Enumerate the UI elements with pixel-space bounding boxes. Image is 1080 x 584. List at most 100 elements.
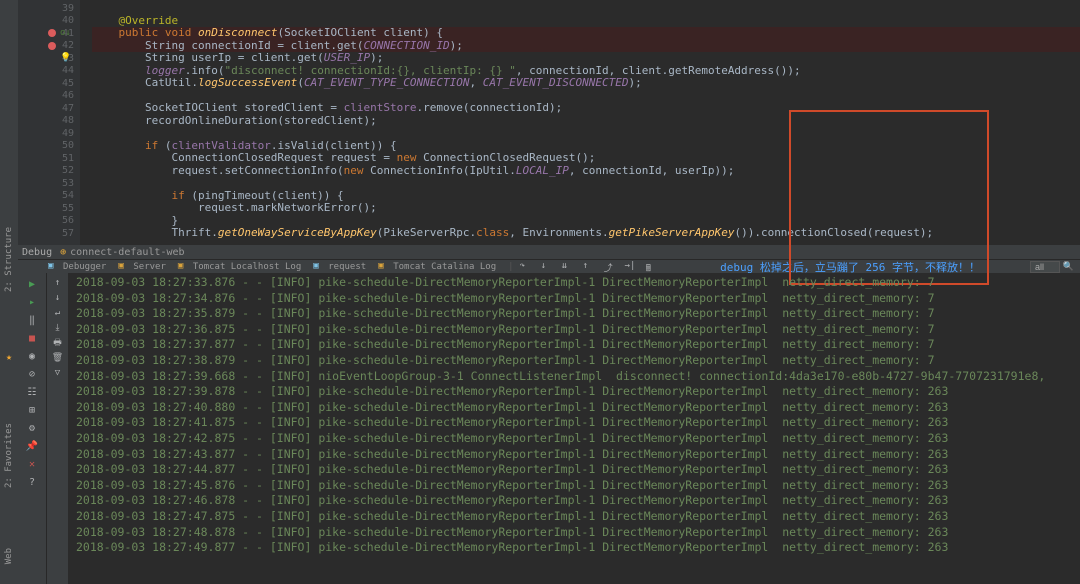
side-tab-structure[interactable]: 2: Structure [4, 227, 14, 292]
stop-button[interactable]: ■ [25, 331, 39, 345]
tab-tomcat-catalina-log[interactable]: ▣ Tomcat Catalina Log [378, 261, 496, 273]
line-number: 39 [62, 3, 74, 14]
log-line[interactable]: 2018-09-03 18:27:38.879 - - [INFO] pike-… [76, 353, 1080, 369]
log-line[interactable]: 2018-09-03 18:27:42.875 - - [INFO] pike-… [76, 431, 1080, 447]
code-line[interactable]: request.markNetworkError(); [92, 202, 1080, 215]
gutter-row[interactable]: 55 [18, 202, 80, 215]
force-step-into-icon[interactable]: ⇊ [562, 261, 574, 273]
code-line[interactable] [92, 2, 1080, 15]
scroll-up-button[interactable]: ↑ [51, 277, 65, 289]
log-line[interactable]: 2018-09-03 18:27:45.876 - - [INFO] pike-… [76, 478, 1080, 494]
gutter-row[interactable]: 46 [18, 90, 80, 103]
gutter-row[interactable]: 51 [18, 152, 80, 165]
tab-request[interactable]: ▣ request [313, 261, 366, 273]
log-line[interactable]: 2018-09-03 18:27:44.877 - - [INFO] pike-… [76, 462, 1080, 478]
gutter-row[interactable]: 45 [18, 77, 80, 90]
gutter-row[interactable]: 52 [18, 165, 80, 178]
code-area[interactable]: @Override public void onDisconnect(Socke… [80, 0, 1080, 245]
code-line[interactable]: public void onDisconnect(SocketIOClient … [92, 27, 1080, 40]
gutter-row[interactable]: 47 [18, 102, 80, 115]
line-number: 54 [62, 190, 74, 201]
gutter-row[interactable]: 53 [18, 177, 80, 190]
close-button[interactable]: ✕ [25, 457, 39, 471]
resume-button[interactable]: ▸ [25, 295, 39, 309]
log-line[interactable]: 2018-09-03 18:27:33.876 - - [INFO] pike-… [76, 275, 1080, 291]
console-output[interactable]: 2018-09-03 18:27:33.876 - - [INFO] pike-… [68, 273, 1080, 584]
scroll-to-end-button[interactable]: ⤓ [51, 322, 65, 334]
soft-wrap-button[interactable]: ↵ [51, 307, 65, 319]
gutter-row[interactable]: 44 [18, 65, 80, 78]
gutter-row[interactable]: 49 [18, 127, 80, 140]
search-input[interactable] [1030, 261, 1060, 273]
tab-request-label: request [328, 262, 366, 272]
drop-frame-icon[interactable]: ⤴ [604, 261, 616, 273]
log-line[interactable]: 2018-09-03 18:27:35.879 - - [INFO] pike-… [76, 306, 1080, 322]
code-line[interactable] [92, 177, 1080, 190]
gutter-row[interactable]: 54 [18, 190, 80, 203]
lightbulb-icon[interactable]: 💡 [60, 53, 71, 63]
log-line[interactable]: 2018-09-03 18:27:39.668 - - [INFO] nioEv… [76, 369, 1080, 385]
code-line[interactable]: ConnectionClosedRequest request = new Co… [92, 152, 1080, 165]
override-icon[interactable]: o↓ [60, 28, 71, 38]
tab-tomcat-localhost-log[interactable]: ▣ Tomcat Localhost Log [178, 261, 301, 273]
console-left-toolbar: ↑ ↓ ↵ ⤓ 🖶 🗑 ▽ [46, 273, 68, 584]
gutter-row[interactable]: 41o↓ [18, 27, 80, 40]
filter-button[interactable]: ▽ [51, 367, 65, 379]
settings-button[interactable]: ⚙ [25, 421, 39, 435]
log-line[interactable]: 2018-09-03 18:27:39.878 - - [INFO] pike-… [76, 384, 1080, 400]
log-line[interactable]: 2018-09-03 18:27:46.878 - - [INFO] pike-… [76, 493, 1080, 509]
log-line[interactable]: 2018-09-03 18:27:34.876 - - [INFO] pike-… [76, 291, 1080, 307]
gutter-row[interactable]: 39 [18, 2, 80, 15]
line-number: 52 [62, 165, 74, 176]
line-number: 53 [62, 178, 74, 189]
tab-debugger[interactable]: ▣ Debugger [48, 261, 106, 273]
gutter-row[interactable]: 48 [18, 115, 80, 128]
pin-button[interactable]: 📌 [25, 439, 39, 453]
debug-tool-toolbar: ▣ Debugger ▣ Server ▣ Tomcat Localhost L… [18, 259, 1080, 273]
log-line[interactable]: 2018-09-03 18:27:43.877 - - [INFO] pike-… [76, 447, 1080, 463]
log-line[interactable]: 2018-09-03 18:27:47.875 - - [INFO] pike-… [76, 509, 1080, 525]
code-line[interactable]: Thrift.getOneWayServiceByAppKey(PikeServ… [92, 227, 1080, 240]
side-tab-favorites[interactable]: 2: Favorites [4, 423, 14, 488]
clear-all-button[interactable]: 🗑 [51, 352, 65, 364]
side-tab-web[interactable]: Web [4, 548, 14, 564]
gutter-row[interactable]: 43💡 [18, 52, 80, 65]
mute-breakpoints-button[interactable]: ⊘ [25, 367, 39, 381]
log-line[interactable]: 2018-09-03 18:27:40.880 - - [INFO] pike-… [76, 400, 1080, 416]
breakpoint-icon[interactable] [48, 29, 56, 37]
get-thread-dump-button[interactable]: ☷ [25, 385, 39, 399]
log-line[interactable]: 2018-09-03 18:27:48.878 - - [INFO] pike-… [76, 525, 1080, 541]
gutter-row[interactable]: 40 [18, 15, 80, 28]
step-into-icon[interactable]: ↓ [541, 261, 553, 273]
help-button[interactable]: ? [25, 475, 39, 489]
pause-button[interactable]: ‖ [25, 313, 39, 327]
gutter-row[interactable]: 42 [18, 40, 80, 53]
code-line[interactable]: SocketIOClient storedClient = clientStor… [92, 102, 1080, 115]
code-line[interactable]: CatUtil.logSuccessEvent(CAT_EVENT_TYPE_C… [92, 77, 1080, 90]
search-icon[interactable]: 🔍 [1063, 262, 1074, 272]
tab-server[interactable]: ▣ Server [118, 261, 166, 273]
debug-left-toolbar: ▶ ▸ ‖ ■ ◉ ⊘ ☷ ⊞ ⚙ 📌 ✕ ? [18, 273, 46, 584]
tab-server-label: Server [133, 262, 166, 272]
view-breakpoints-button[interactable]: ◉ [25, 349, 39, 363]
log-line[interactable]: 2018-09-03 18:27:41.875 - - [INFO] pike-… [76, 415, 1080, 431]
editor-gutter[interactable]: 394041o↓4243💡444546474849505152 535455565… [18, 0, 80, 245]
print-button[interactable]: 🖶 [51, 337, 65, 349]
debug-tab-label[interactable]: Debug [22, 247, 52, 258]
step-out-icon[interactable]: ↑ [583, 261, 595, 273]
code-line[interactable]: request.setConnectionInfo(new Connection… [92, 165, 1080, 178]
code-line[interactable]: recordOnlineDuration(storedClient); [92, 115, 1080, 128]
log-line[interactable]: 2018-09-03 18:27:36.875 - - [INFO] pike-… [76, 322, 1080, 338]
rerun-button[interactable]: ▶ [25, 277, 39, 291]
log-line[interactable]: 2018-09-03 18:27:49.877 - - [INFO] pike-… [76, 540, 1080, 556]
step-over-icon[interactable]: ↷ [520, 261, 532, 273]
scroll-down-button[interactable]: ↓ [51, 292, 65, 304]
log-line[interactable]: 2018-09-03 18:27:37.877 - - [INFO] pike-… [76, 337, 1080, 353]
run-to-cursor-icon[interactable]: →| [625, 261, 637, 273]
gutter-row[interactable]: 56 [18, 215, 80, 228]
gutter-row[interactable]: 50 [18, 140, 80, 153]
evaluate-icon[interactable]: 🖩 [646, 261, 658, 273]
breakpoint-icon[interactable] [48, 42, 56, 50]
restore-layout-button[interactable]: ⊞ [25, 403, 39, 417]
gutter-row[interactable]: 57 [18, 227, 80, 240]
